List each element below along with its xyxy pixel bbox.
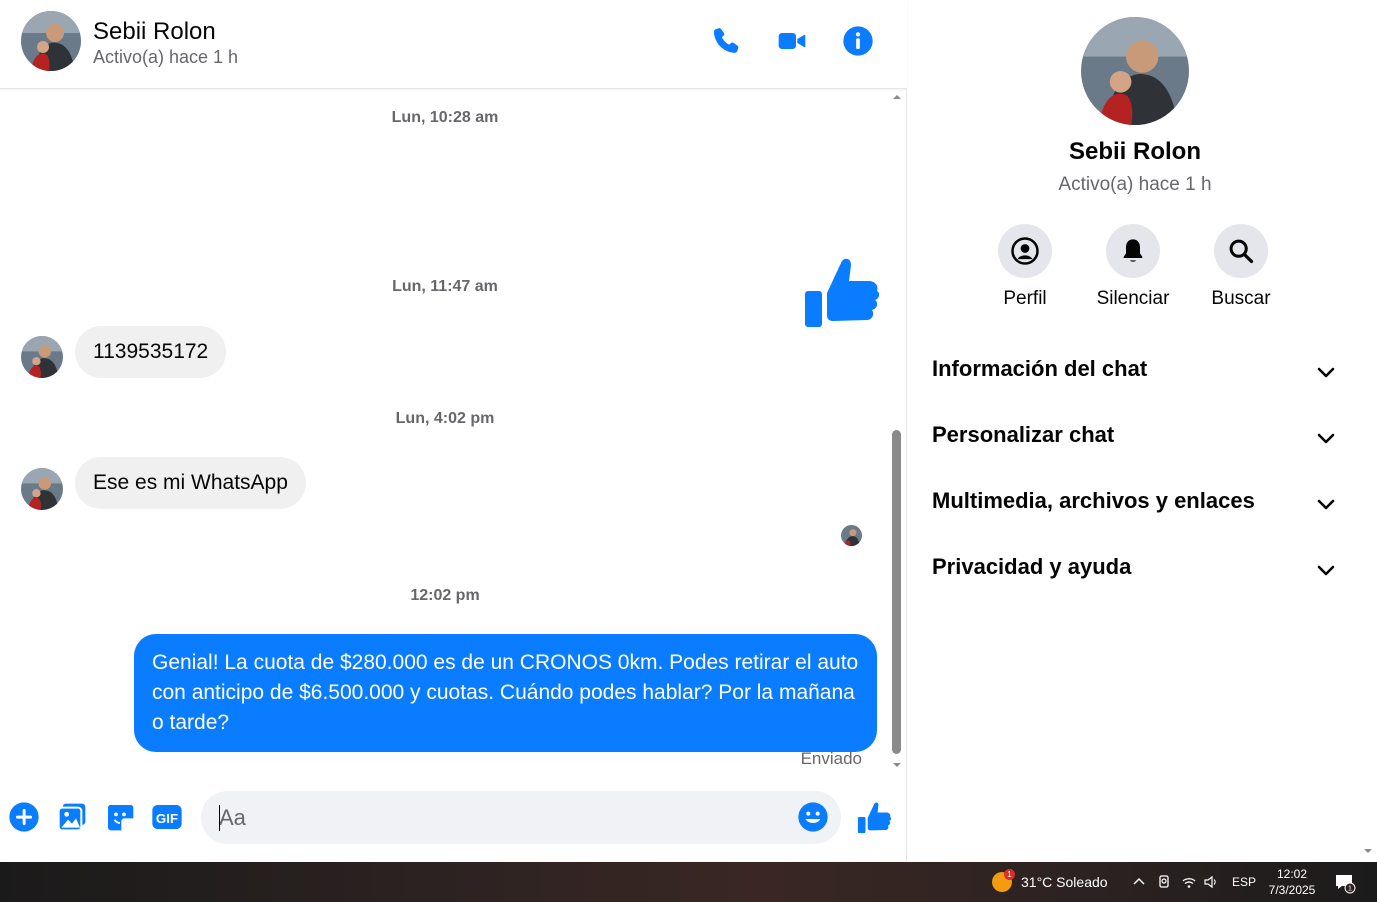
read-receipt-avatar [841,525,862,546]
emoji-picker-button[interactable] [797,801,831,835]
scroll-up-arrow-icon[interactable] [892,92,902,102]
section-privacy-help[interactable]: Privacidad y ayuda [932,548,1342,588]
notification-count: 1 [1348,886,1352,893]
message-list: Lun, 10:28 am Lun, 11:47 am 1139535172 L… [0,90,890,772]
mute-button[interactable]: Silenciar [1093,224,1173,310]
sticker-button[interactable] [103,800,137,834]
contact-name[interactable]: Sebii Rolon [93,18,216,46]
chevron-down-icon [1317,565,1335,576]
section-media-files-links[interactable]: Multimedia, archivos y enlaces [932,482,1342,522]
chevron-down-icon [1317,499,1335,510]
contact-status: Activo(a) hace 1 h [93,47,239,67]
message-timestamp: Lun, 11:47 am [392,278,498,295]
conversation-info-button[interactable] [839,22,877,60]
scroll-down-arrow-icon[interactable] [1363,846,1373,856]
gif-button[interactable]: GIF [150,800,184,834]
message-composer: GIF [0,780,907,856]
weather-badge: 1 [1004,869,1015,880]
notification-center-button[interactable]: 1 [1334,872,1356,894]
scroll-thumb[interactable] [892,430,901,754]
video-camera-icon [778,33,806,49]
sender-avatar[interactable] [21,468,63,510]
text-caret [219,805,220,831]
chevron-down-icon [1317,433,1335,444]
incoming-message[interactable]: Ese es mi WhatsApp [75,457,306,509]
mute-button-label: Silenciar [1096,288,1170,309]
sent-status: Enviado [800,749,862,768]
gif-icon: GIF [152,805,182,829]
phone-icon [713,28,739,53]
message-input[interactable] [219,791,789,844]
photo-icon [57,803,86,832]
messenger-window: Sebii Rolon Activo(a) hace 1 h Lun, 10:2… [0,0,1377,862]
section-title: Personalizar chat [932,422,1115,447]
notification-icon: 1 [1336,875,1356,894]
chevron-down-icon [1317,367,1335,378]
chat-header: Sebii Rolon Activo(a) hace 1 h [0,0,907,89]
input-language[interactable]: ESP [1232,875,1256,889]
profile-button-label: Perfil [1003,288,1047,309]
profile-status: Activo(a) hace 1 h [1058,174,1212,195]
phone-call-button[interactable] [707,22,745,60]
wifi-icon[interactable] [1181,874,1197,890]
weather-widget[interactable]: 31°C Soleado [1021,874,1108,890]
more-actions-button[interactable] [7,800,41,834]
windows-taskbar: 1 31°C Soleado ESP 12:02 7/3/2025 1 [0,862,1377,902]
attach-photo-button[interactable] [55,800,89,834]
clock-time: 12:02 [1276,867,1308,881]
section-chat-info[interactable]: Información del chat [932,350,1342,390]
svg-text:GIF: GIF [156,811,178,826]
message-scrollbar[interactable] [890,90,904,772]
speaker-icon[interactable] [1203,874,1219,890]
chevron-up-icon[interactable] [1131,874,1147,890]
plus-circle-icon [9,802,39,832]
video-call-button[interactable] [773,22,811,60]
search-icon [1229,239,1254,264]
message-timestamp: Lun, 4:02 pm [395,410,495,427]
clock-date: 7/3/2025 [1268,883,1316,897]
contact-avatar[interactable] [21,11,81,71]
message-input-container [201,791,841,844]
section-title: Multimedia, archivos y enlaces [932,488,1255,513]
send-like-button[interactable] [855,798,893,836]
section-title: Información del chat [932,356,1148,381]
section-title: Privacidad y ayuda [932,554,1132,579]
chat-panel: Sebii Rolon Activo(a) hace 1 h Lun, 10:2… [0,0,907,862]
info-icon [843,26,873,56]
smiley-icon [798,802,828,832]
incoming-message[interactable]: 1139535172 [75,326,227,378]
conversation-details-panel: Sebii Rolon Activo(a) hace 1 h Perfil Si… [908,0,1377,862]
message-timestamp: 12:02 pm [410,587,480,604]
sender-avatar[interactable] [21,336,63,378]
profile-icon [1011,237,1039,265]
thumbs-up-icon [857,802,891,834]
device-icon[interactable] [1156,874,1172,890]
outgoing-message[interactable]: Genial! La cuota de $280.000 es de un CR… [134,634,877,752]
sticker-icon [108,805,134,831]
profile-name: Sebii Rolon [1069,138,1201,165]
search-in-conversation-button[interactable]: Buscar [1201,224,1281,310]
profile-button[interactable]: Perfil [985,224,1065,310]
system-clock[interactable]: 12:02 7/3/2025 [1262,866,1322,898]
bell-icon [1123,239,1143,262]
profile-avatar-large[interactable] [1081,17,1189,125]
search-button-label: Buscar [1211,288,1271,309]
message-timestamp: Lun, 10:28 am [391,109,499,126]
section-customize-chat[interactable]: Personalizar chat [932,416,1342,456]
scroll-down-arrow-icon[interactable] [892,760,902,770]
